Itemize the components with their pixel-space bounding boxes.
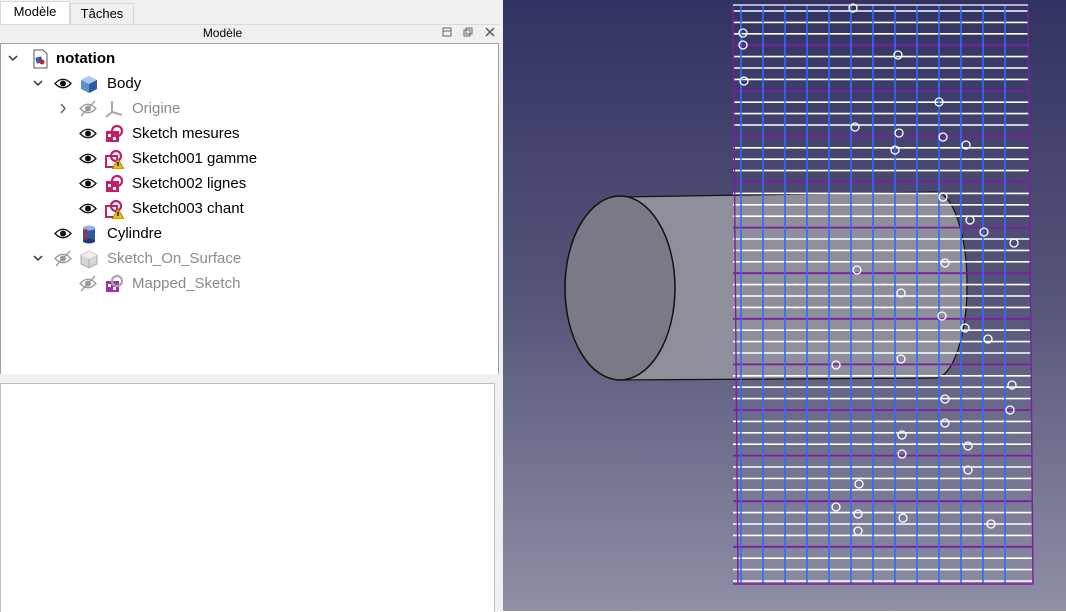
eye-icon[interactable] xyxy=(54,221,72,246)
constraint-marker xyxy=(854,479,864,489)
eye-icon[interactable] xyxy=(79,196,97,221)
tree-item-sketch-on-surface[interactable]: Sketch_On_Surface xyxy=(1,246,496,271)
constraint-marker xyxy=(897,449,907,459)
left-panel: Modèle Tâches Modèle notation Body Origi… xyxy=(0,0,503,612)
cylinder-shape[interactable] xyxy=(564,191,968,381)
tree-item-label: Sketch003 chant xyxy=(132,200,244,217)
constraint-marker xyxy=(979,227,989,237)
eye-hidden-icon[interactable] xyxy=(79,271,97,296)
tab-tasks[interactable]: Tâches xyxy=(70,3,134,25)
3d-scene[interactable] xyxy=(503,0,1066,611)
tree-item-label: Cylindre xyxy=(107,225,163,242)
eye-icon[interactable] xyxy=(79,171,97,196)
origin-axes-icon xyxy=(104,99,124,119)
part-compound-icon xyxy=(79,249,99,269)
tree-item-notation[interactable]: notation xyxy=(1,46,496,71)
tab-model[interactable]: Modèle xyxy=(0,1,70,25)
tree-item-sketch002-lignes[interactable]: Sketch002 lignes xyxy=(1,171,496,196)
panel-splitter[interactable] xyxy=(0,374,499,383)
sketch-warning-icon xyxy=(104,199,125,220)
tree-item-mapped-sketch[interactable]: Mapped_Sketch xyxy=(1,271,496,296)
restore-icon[interactable] xyxy=(461,26,475,40)
eye-hidden-icon[interactable] xyxy=(79,96,97,121)
tree-item-label: Sketch_On_Surface xyxy=(107,250,242,267)
tree-item-label: Sketch002 lignes xyxy=(132,175,247,192)
3d-viewport[interactable] xyxy=(503,0,1066,611)
eye-icon[interactable] xyxy=(54,71,72,96)
eye-icon[interactable] xyxy=(79,146,97,171)
constraint-marker xyxy=(940,418,950,428)
body-icon xyxy=(79,74,99,94)
eye-hidden-icon[interactable] xyxy=(54,246,72,271)
constraint-marker xyxy=(853,526,863,536)
combo-view-tabs: Modèle Tâches xyxy=(0,0,503,25)
tree-item-sketch001-gamme[interactable]: Sketch001 gamme xyxy=(1,146,496,171)
constraint-marker xyxy=(853,509,863,519)
constraint-marker xyxy=(1009,238,1019,248)
model-tree: notation Body Origine Sketch mesures Ske… xyxy=(0,43,499,375)
dock-title-bar: Modèle xyxy=(0,25,499,43)
tree-item-label: Body xyxy=(107,75,142,92)
close-icon[interactable] xyxy=(483,26,497,40)
tree-item-label: notation xyxy=(56,50,116,67)
sketch-icon xyxy=(104,124,124,144)
cylinder-icon xyxy=(79,224,99,244)
grid-border xyxy=(1027,4,1034,585)
cylinder-end-face[interactable] xyxy=(564,195,676,381)
eye-icon[interactable] xyxy=(79,121,97,146)
dock-title: Modèle xyxy=(202,26,243,40)
constraint-marker xyxy=(898,513,908,523)
tree-item-sketch003-chant[interactable]: Sketch003 chant xyxy=(1,196,496,221)
property-view xyxy=(0,383,495,612)
sketch-icon xyxy=(104,174,124,194)
document-icon xyxy=(30,49,50,69)
float-icon[interactable] xyxy=(440,26,454,40)
tree-item-label: Sketch mesures xyxy=(132,125,240,142)
tree-item-label: Origine xyxy=(132,100,181,117)
tree-item-label: Mapped_Sketch xyxy=(132,275,241,292)
constraint-marker xyxy=(965,215,975,225)
sketch-warning-icon xyxy=(104,149,125,170)
tree-item-cylindre[interactable]: Cylindre xyxy=(1,221,496,246)
tree-item-label: Sketch001 gamme xyxy=(132,150,258,167)
tree-item-origine[interactable]: Origine xyxy=(1,96,496,121)
constraint-marker xyxy=(831,502,841,512)
tree-item-sketch-mesures[interactable]: Sketch mesures xyxy=(1,121,496,146)
sketch-icon xyxy=(104,274,124,294)
tree-item-body[interactable]: Body xyxy=(1,71,496,96)
constraint-marker xyxy=(963,441,973,451)
